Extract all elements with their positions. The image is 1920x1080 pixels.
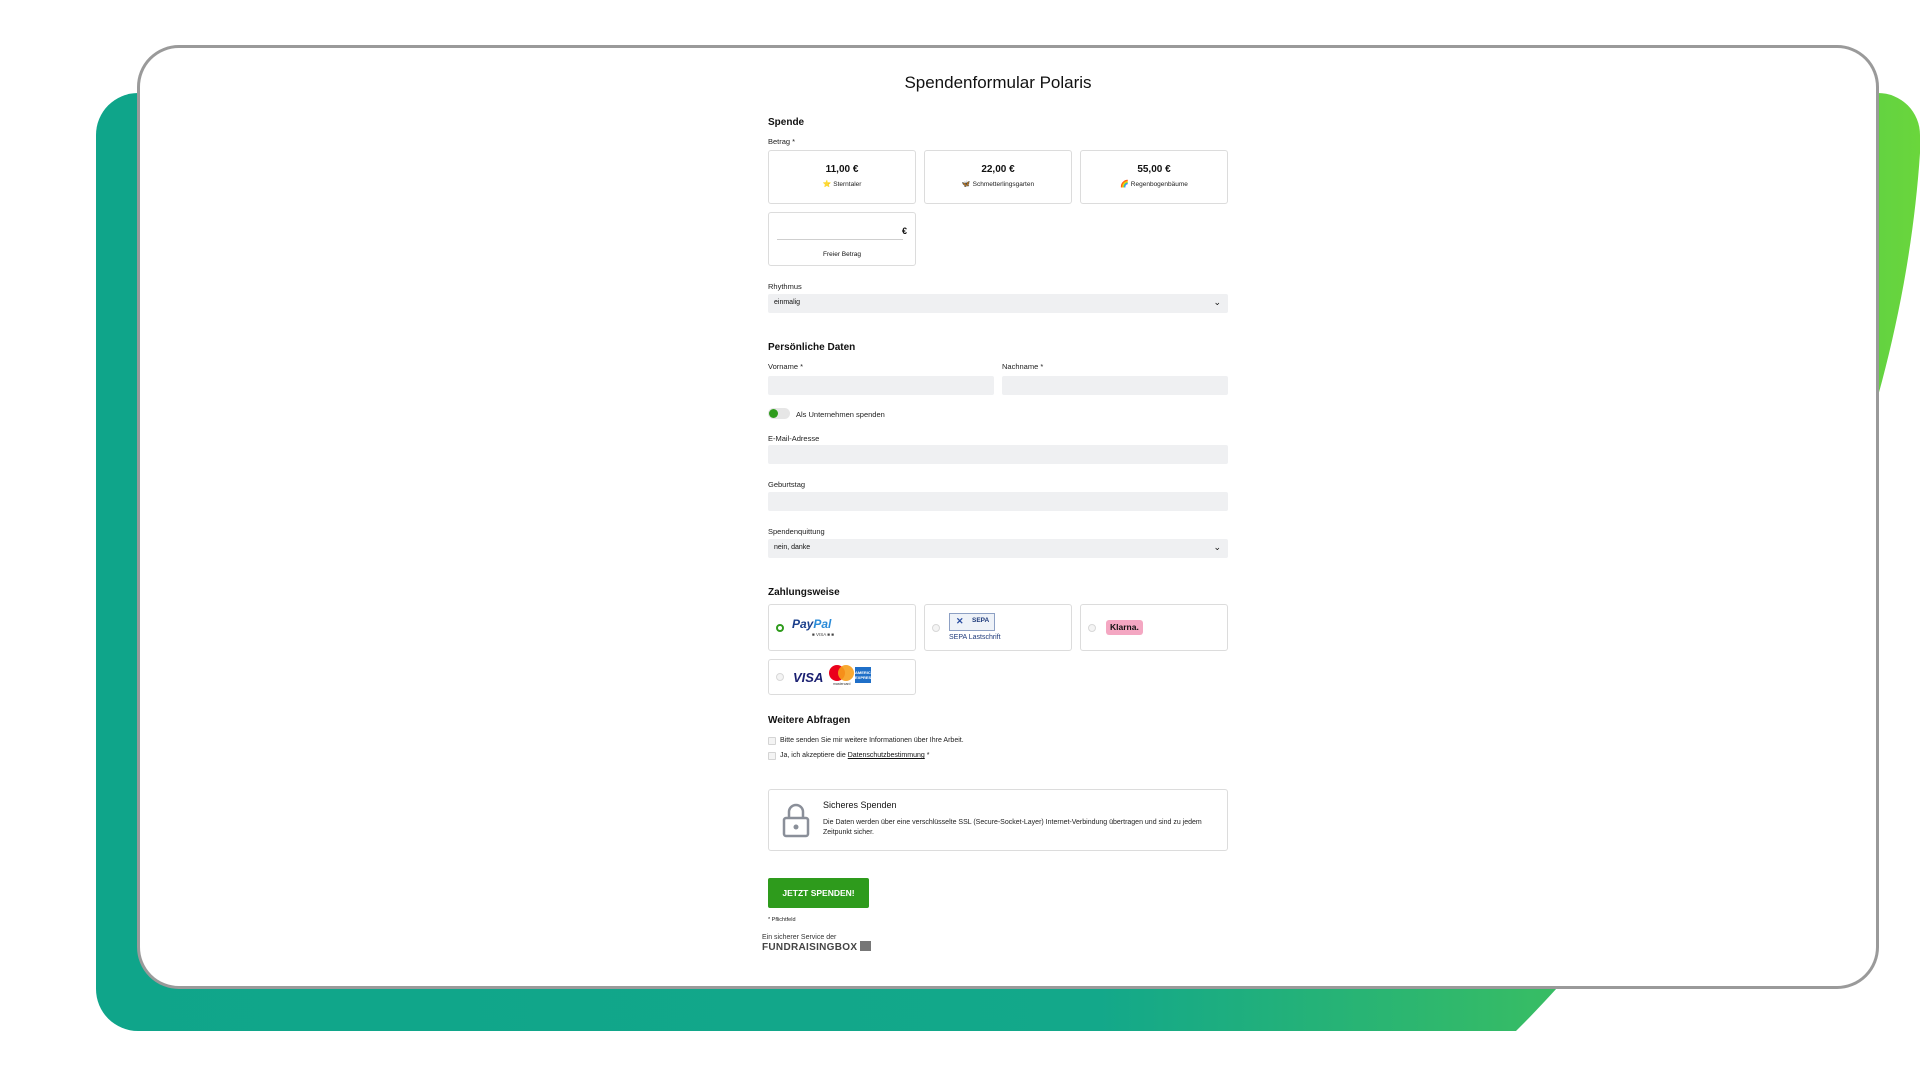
info-checkbox[interactable]: [768, 737, 776, 745]
info-checkbox-label: Bitte senden Sie mir weitere Information…: [780, 737, 964, 744]
fundraisingbox-brand: Ein sicherer Service der FUNDRAISINGBOX: [762, 934, 872, 953]
radio-paypal[interactable]: [776, 624, 784, 632]
mastercard-circle-orange-icon: [838, 665, 854, 681]
butterfly-icon: 🦋: [961, 181, 971, 188]
amount-option-55[interactable]: 55,00 € 🌈 Regenbogenbäume: [1080, 150, 1228, 204]
page-title: Spendenformular Polaris: [904, 73, 1092, 92]
paypal-card-icons: ■ VISA ■ ■: [812, 632, 834, 637]
visa-logo: VISA: [793, 670, 824, 685]
payment-option-paypal[interactable]: PayPal ■ VISA ■ ■: [768, 604, 916, 651]
star-icon: ⭐: [822, 181, 832, 188]
section-heading-personal: Persönliche Daten: [768, 342, 856, 353]
rhythm-label: Rhythmus: [768, 282, 802, 291]
section-heading-donation: Spende: [768, 117, 805, 128]
secure-title: Sicheres Spenden: [823, 800, 897, 810]
birthday-label: Geburtstag: [768, 480, 806, 489]
amount-value: 22,00 €: [981, 164, 1015, 175]
rhythm-value: einmalig: [774, 299, 801, 306]
amount-name: Regenbogenbäume: [1130, 181, 1188, 188]
firstname-label: Vorname *: [768, 362, 804, 371]
form-window: Spendenformular Polaris Spende Betrag * …: [137, 45, 1879, 989]
amount-value: 11,00 €: [825, 164, 859, 175]
amount-option-22[interactable]: 22,00 € 🦋 Schmetterlingsgarten: [924, 150, 1072, 204]
amount-option-11[interactable]: 11,00 € ⭐ Sterntaler: [768, 150, 916, 204]
euro-symbol: €: [901, 226, 907, 236]
firstname-input[interactable]: [768, 376, 994, 395]
section-heading-payment: Zahlungsweise: [768, 587, 840, 598]
radio-klarna[interactable]: [1088, 624, 1096, 632]
sepa-label: SEPA Lastschrift: [949, 634, 1001, 641]
amount-label: Betrag *: [768, 137, 796, 146]
secure-text: Die Daten werden über eine verschlüsselt…: [823, 819, 1202, 836]
lastname-input[interactable]: [1002, 376, 1228, 395]
mastercard-text: mastercard: [833, 682, 851, 686]
email-input[interactable]: [768, 445, 1228, 464]
free-amount-box[interactable]: € Freier Betrag: [768, 212, 916, 266]
brand-line2: FUNDRAISINGBOX: [762, 941, 872, 953]
sepa-star-icon: ✕: [956, 616, 964, 626]
amex-logo: AMERICAN EXPRESS: [855, 667, 877, 683]
radio-sepa[interactable]: [932, 624, 940, 632]
chevron-down-icon: ⌄: [1213, 297, 1221, 307]
lastname-label: Nachname *: [1002, 362, 1044, 371]
amount-value: 55,00 €: [1137, 164, 1171, 175]
company-toggle[interactable]: [768, 408, 790, 419]
payment-option-klarna[interactable]: Klarna.: [1080, 604, 1228, 651]
payment-option-card[interactable]: VISA mastercard AMERICAN EXPRESS: [768, 659, 916, 695]
free-amount-input[interactable]: [777, 239, 903, 240]
box-icon: [860, 941, 872, 951]
company-toggle-label: Als Unternehmen spenden: [796, 410, 885, 419]
privacy-link[interactable]: Datenschutzbestimmung: [848, 752, 925, 759]
brand-line1: Ein sicherer Service der: [762, 934, 837, 941]
payment-option-sepa[interactable]: ✕ SEPA SEPA Lastschrift: [924, 604, 1072, 651]
lock-icon: [782, 803, 810, 838]
section-heading-more: Weitere Abfragen: [768, 715, 851, 726]
paypal-logo: PayPal: [792, 617, 832, 631]
free-amount-label: Freier Betrag: [823, 251, 861, 258]
radio-card[interactable]: [776, 673, 784, 681]
secure-donation-box: Sicheres Spenden Die Daten werden über e…: [768, 789, 1228, 851]
email-label: E-Mail-Adresse: [768, 434, 820, 443]
klarna-logo: Klarna.: [1106, 620, 1143, 635]
birthday-input[interactable]: [768, 492, 1228, 511]
receipt-value: nein, danke: [774, 544, 811, 551]
receipt-label: Spendenquittung: [768, 527, 825, 536]
amount-name: Sterntaler: [833, 181, 862, 188]
amount-name: Schmetterlingsgarten: [972, 181, 1035, 188]
required-hint: * Pflichtfeld: [768, 917, 796, 923]
rainbow-icon: 🌈: [1120, 181, 1129, 188]
rhythm-select[interactable]: einmalig ⌄: [768, 294, 1228, 313]
sepa-logo: ✕ SEPA: [949, 613, 995, 631]
privacy-checkbox[interactable]: [768, 752, 776, 760]
chevron-down-icon: ⌄: [1213, 542, 1221, 552]
donate-button[interactable]: JETZT SPENDEN!: [768, 878, 869, 908]
toggle-knob: [769, 409, 778, 418]
receipt-select[interactable]: nein, danke ⌄: [768, 539, 1228, 558]
privacy-checkbox-label: Ja, ich akzeptiere die Datenschutzbestim…: [780, 752, 930, 759]
